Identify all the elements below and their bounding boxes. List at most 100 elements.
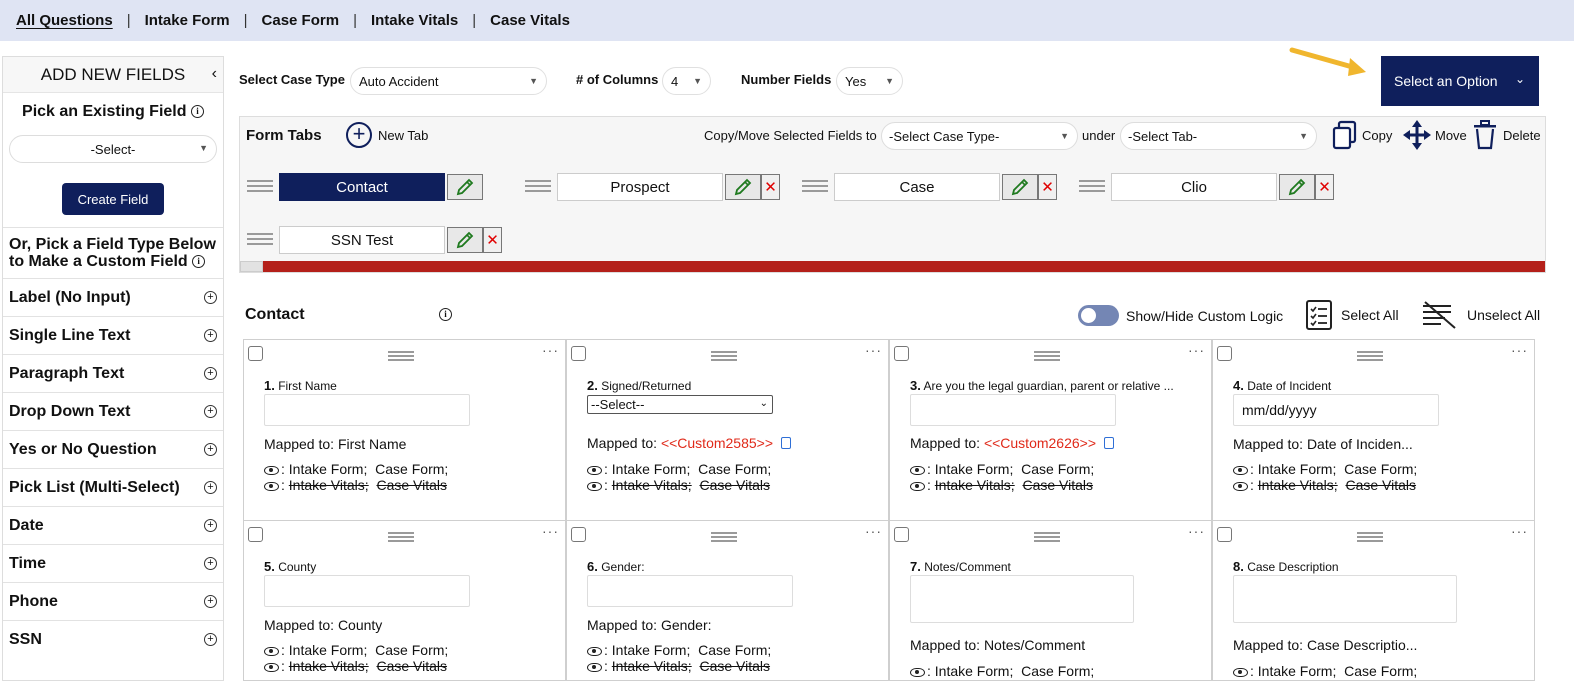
field-type-ssn[interactable]: SSN +	[3, 620, 223, 658]
drag-handle-icon[interactable]	[388, 532, 414, 542]
tab-case[interactable]: Case	[834, 173, 1000, 201]
guardian-input[interactable]	[910, 394, 1116, 426]
visibility-row: : Intake Vitals; Case Vitals	[264, 658, 447, 674]
delete-tab-button[interactable]: ✕	[1315, 174, 1334, 200]
field-type-paragraph[interactable]: Paragraph Text +	[3, 354, 223, 392]
field-label-text: Are you the legal guardian, parent or re…	[923, 379, 1174, 393]
case-description-textarea[interactable]	[1233, 575, 1457, 623]
vis-intake-vitals: Intake Vitals;	[611, 658, 692, 674]
create-field-button[interactable]: Create Field	[62, 183, 164, 215]
more-options-icon[interactable]: ···	[1188, 342, 1205, 358]
info-icon[interactable]: i	[439, 308, 452, 321]
more-options-icon[interactable]: ···	[542, 342, 559, 358]
info-icon[interactable]: i	[192, 255, 206, 269]
edit-tab-button[interactable]	[1002, 174, 1038, 200]
drag-handle-icon[interactable]	[711, 532, 737, 542]
delete-tab-button[interactable]: ✕	[761, 174, 780, 200]
sidebar-title: ADD NEW FIELDS	[40, 64, 186, 84]
case-type-select[interactable]: Auto Accident ▼	[350, 67, 547, 95]
tab-ssn-test[interactable]: SSN Test	[279, 226, 445, 254]
field-label: 4. Date of Incident	[1233, 378, 1331, 393]
field-checkbox[interactable]	[571, 346, 586, 361]
field-card: ··· 7. Notes/Comment Mapped to: Notes/Co…	[889, 520, 1212, 681]
target-tab-select[interactable]: -Select Tab- ▼	[1120, 122, 1317, 150]
field-checkbox[interactable]	[248, 527, 263, 542]
tab-clio[interactable]: Clio	[1111, 173, 1277, 201]
field-type-date[interactable]: Date +	[3, 506, 223, 544]
first-name-input[interactable]	[264, 394, 470, 426]
edit-tab-button[interactable]	[725, 174, 761, 200]
date-input[interactable]: mm/dd/yyyy	[1233, 394, 1439, 426]
more-options-icon[interactable]: ···	[865, 342, 882, 358]
select-all-button[interactable]: Select All	[1305, 300, 1399, 330]
field-checkbox[interactable]	[894, 527, 909, 542]
field-checkbox[interactable]	[1217, 346, 1232, 361]
nav-case-form[interactable]: Case Form	[262, 12, 340, 29]
mapped-to: Mapped to: First Name	[264, 436, 406, 452]
drag-handle-icon[interactable]	[1357, 532, 1383, 542]
delete-button[interactable]: Delete	[1473, 120, 1541, 150]
delete-tab-button[interactable]: ✕	[1038, 174, 1057, 200]
drag-handle-icon[interactable]	[388, 351, 414, 361]
nav-case-vitals[interactable]: Case Vitals	[490, 12, 570, 29]
nav-all-questions[interactable]: All Questions	[16, 12, 113, 29]
field-checkbox[interactable]	[248, 346, 263, 361]
more-options-icon[interactable]: ···	[1511, 523, 1528, 539]
copy-icon	[1332, 120, 1357, 150]
scrollbar-thumb[interactable]	[240, 261, 263, 272]
field-checkbox[interactable]	[894, 346, 909, 361]
clipboard-icon[interactable]	[1104, 437, 1115, 450]
more-options-icon[interactable]: ···	[1511, 342, 1528, 358]
target-case-type-select[interactable]: -Select Case Type- ▼	[881, 122, 1078, 150]
unselect-all-button[interactable]: Unselect All	[1421, 300, 1540, 330]
drag-handle-icon[interactable]	[247, 233, 273, 247]
drag-handle-icon[interactable]	[1034, 532, 1060, 542]
field-type-dropdown[interactable]: Drop Down Text +	[3, 392, 223, 430]
more-options-icon[interactable]: ···	[1188, 523, 1205, 539]
field-type-pick-list[interactable]: Pick List (Multi-Select) +	[3, 468, 223, 506]
field-type-label[interactable]: Label (No Input) +	[3, 278, 223, 316]
drag-handle-icon[interactable]	[525, 180, 551, 194]
chevron-left-icon[interactable]: ‹	[212, 65, 217, 83]
delete-tab-button[interactable]: ✕	[483, 227, 502, 253]
tab-prospect[interactable]: Prospect	[557, 173, 723, 201]
field-number: 6.	[587, 559, 598, 574]
close-icon: ✕	[1041, 179, 1054, 196]
field-type-yes-no[interactable]: Yes or No Question +	[3, 430, 223, 468]
existing-field-select[interactable]: -Select- ▼	[9, 135, 217, 163]
more-options-icon[interactable]: ···	[542, 523, 559, 539]
nav-intake-form[interactable]: Intake Form	[145, 12, 230, 29]
field-type-phone[interactable]: Phone +	[3, 582, 223, 620]
columns-select[interactable]: 4 ▼	[662, 67, 711, 95]
move-button[interactable]: Move	[1403, 120, 1467, 150]
info-icon[interactable]: i	[190, 105, 204, 119]
drag-handle-icon[interactable]	[1034, 351, 1060, 361]
vis-intake-vitals: Intake Vitals;	[934, 477, 1015, 493]
number-fields-select[interactable]: Yes ▼	[836, 67, 903, 95]
copy-button[interactable]: Copy	[1332, 120, 1392, 150]
clipboard-icon[interactable]	[781, 437, 792, 450]
field-checkbox[interactable]	[1217, 527, 1232, 542]
field-type-time[interactable]: Time +	[3, 544, 223, 582]
field-checkbox[interactable]	[571, 527, 586, 542]
drag-handle-icon[interactable]	[247, 180, 273, 194]
field-type-single-line[interactable]: Single Line Text +	[3, 316, 223, 354]
new-tab-button[interactable]: + New Tab	[346, 122, 428, 148]
select-option-button[interactable]: Select an Option ⌄	[1381, 56, 1539, 106]
notes-textarea[interactable]	[910, 575, 1134, 623]
edit-tab-button[interactable]	[447, 174, 483, 200]
custom-logic-toggle[interactable]	[1078, 305, 1119, 326]
signed-returned-select[interactable]: --Select-- ⌄	[587, 395, 773, 414]
county-input[interactable]	[264, 575, 470, 607]
drag-handle-icon[interactable]	[1079, 180, 1105, 194]
tabs-scrollbar[interactable]	[240, 261, 1545, 272]
gender-input[interactable]	[587, 575, 793, 607]
edit-tab-button[interactable]	[447, 227, 483, 253]
drag-handle-icon[interactable]	[1357, 351, 1383, 361]
tab-contact[interactable]: Contact	[279, 173, 445, 201]
drag-handle-icon[interactable]	[802, 180, 828, 194]
drag-handle-icon[interactable]	[711, 351, 737, 361]
edit-tab-button[interactable]	[1279, 174, 1315, 200]
more-options-icon[interactable]: ···	[865, 523, 882, 539]
nav-intake-vitals[interactable]: Intake Vitals	[371, 12, 458, 29]
